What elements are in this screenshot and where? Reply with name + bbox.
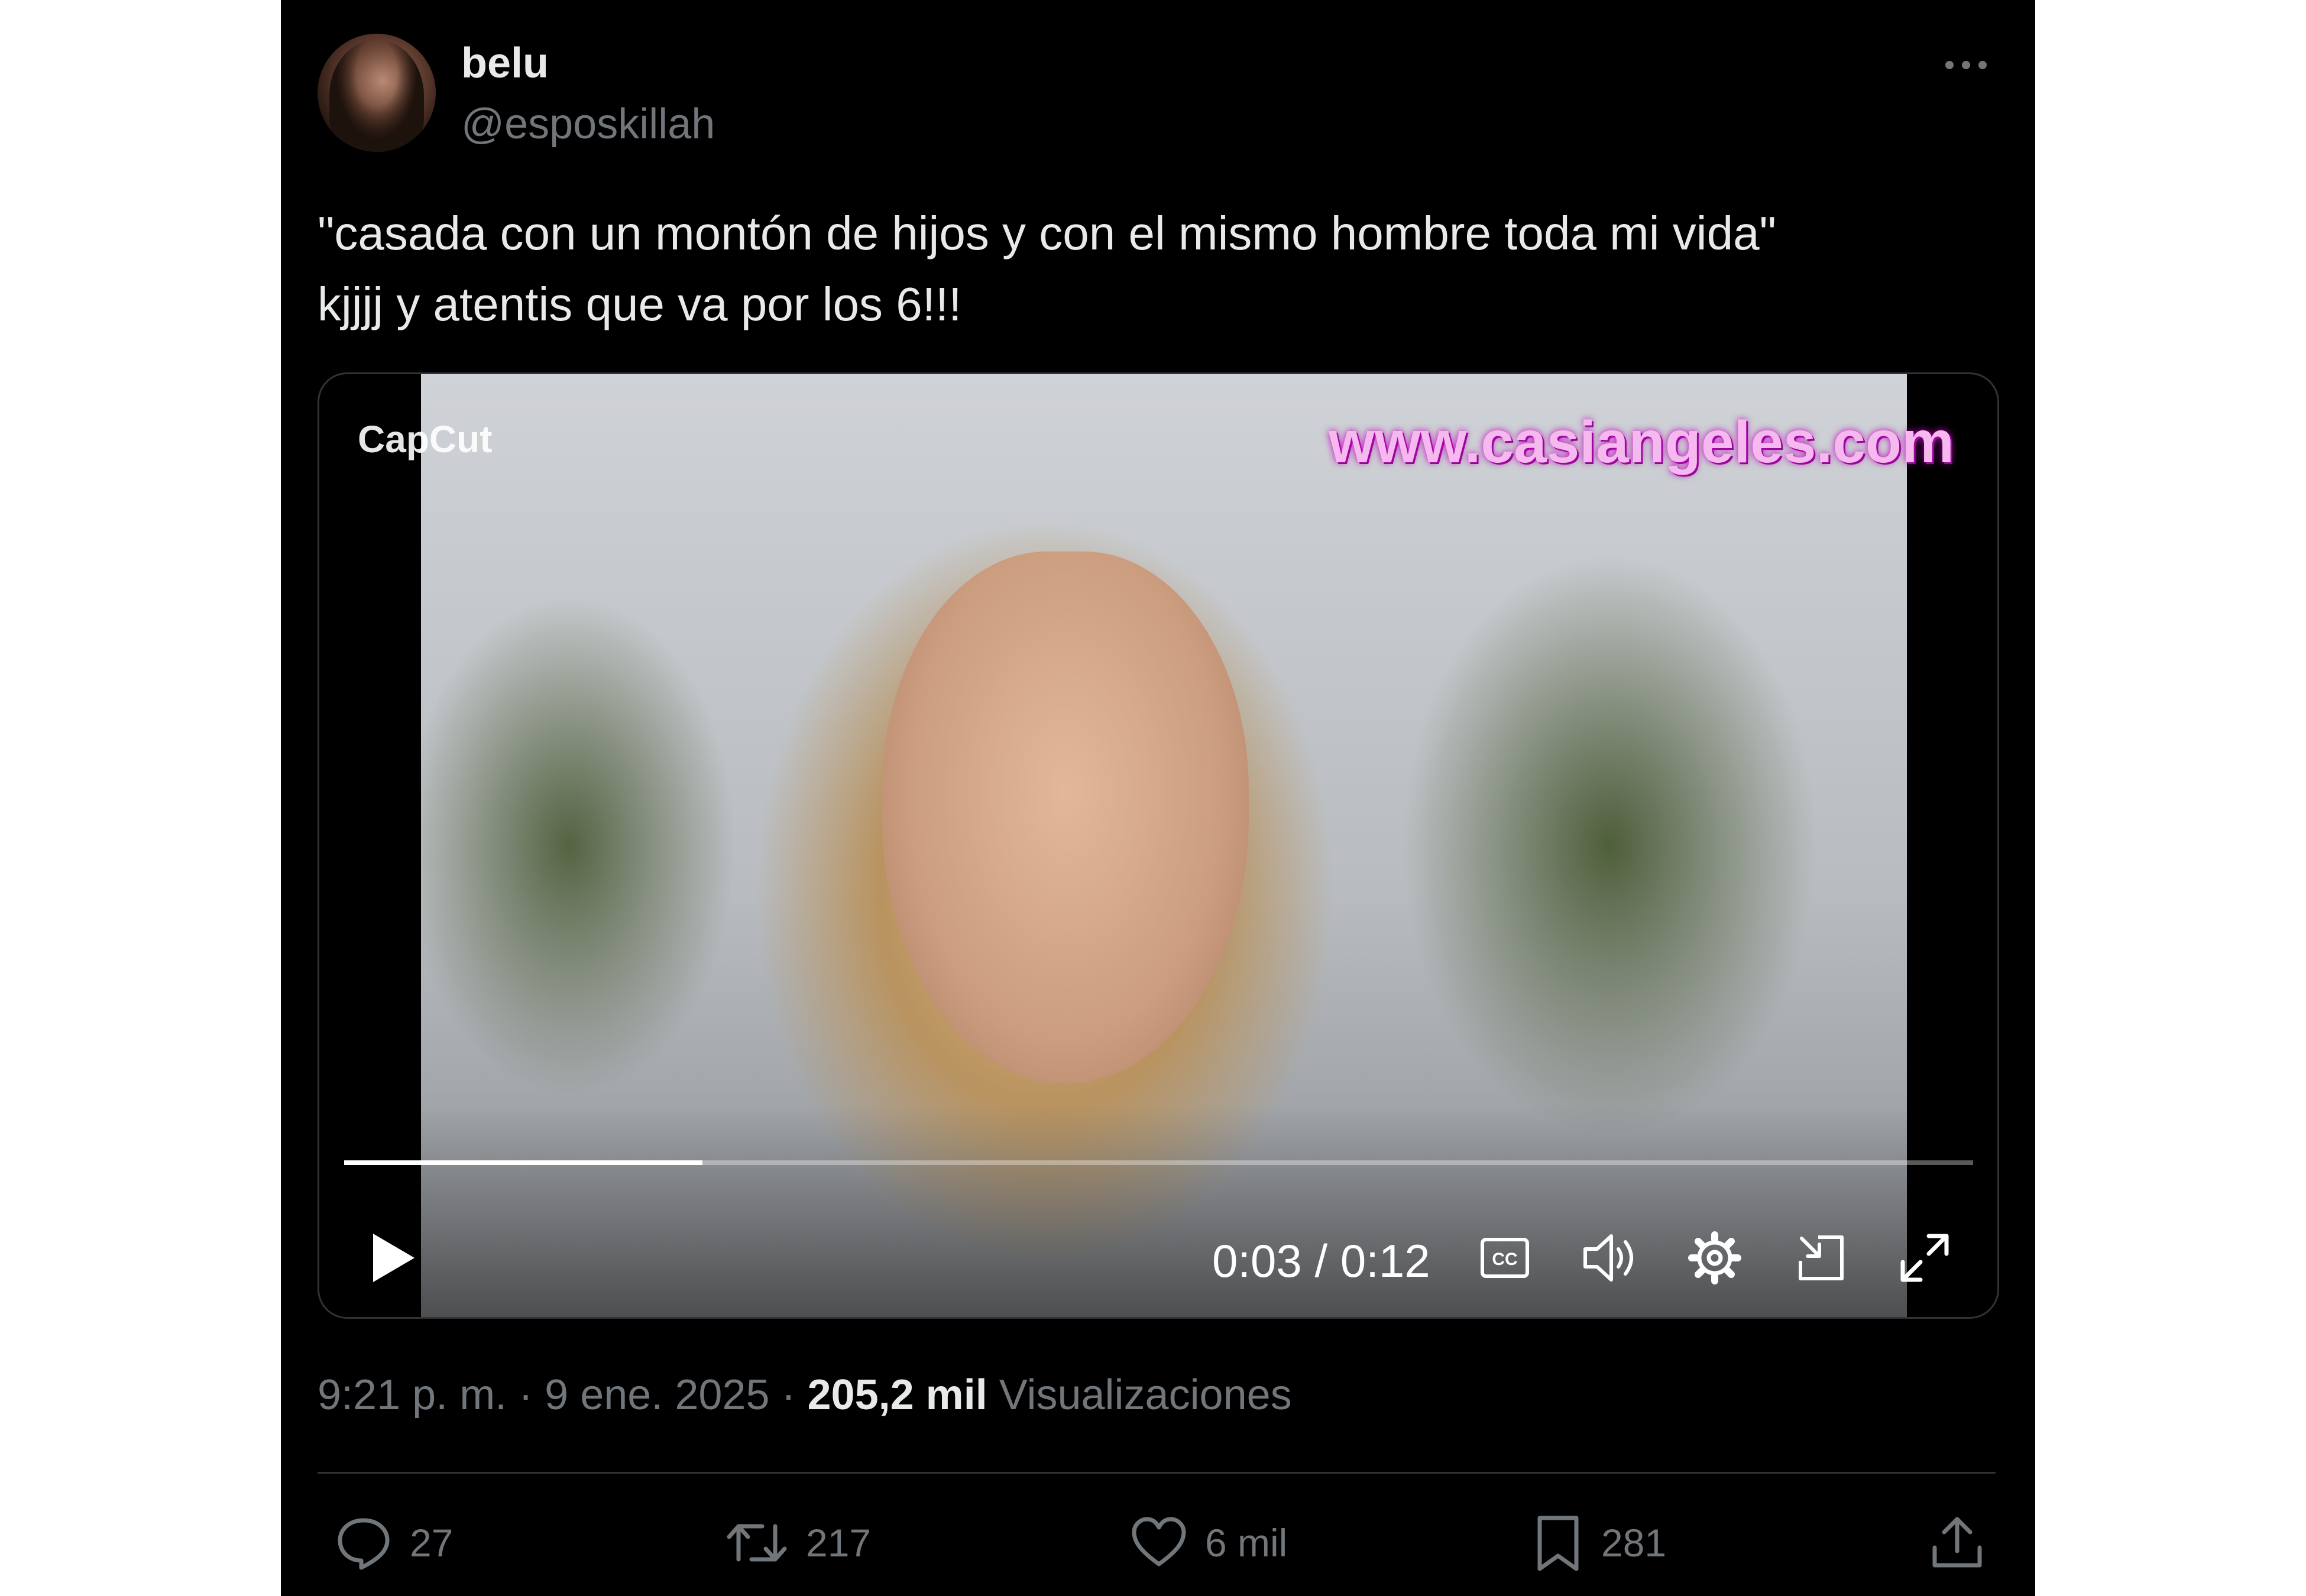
- bookmark-icon: [1537, 1516, 1579, 1571]
- captions-button[interactable]: CC: [1472, 1225, 1537, 1290]
- video-watermark-url: www.casiangeles.com: [1329, 409, 1954, 475]
- volume-icon: [1583, 1234, 1633, 1282]
- video-player[interactable]: www.casiangeles.com CapCut 0:03 / 0:12 C…: [318, 372, 1999, 1319]
- reply-count: 27: [410, 1521, 454, 1565]
- tweet-card: belu @esposkillah "casada con un montón …: [281, 0, 2035, 1596]
- tweet-text-line-2: kjjjj y atentis que va por los 6!!!: [318, 278, 962, 330]
- repost-icon: [727, 1524, 787, 1562]
- views-count: 205,2 mil: [807, 1371, 987, 1419]
- progress-bar-fill: [344, 1160, 703, 1165]
- like-button[interactable]: 6 mil: [1129, 1510, 1287, 1575]
- tweet-time[interactable]: 9:21 p. m.: [318, 1371, 507, 1419]
- gear-icon: [1688, 1231, 1741, 1284]
- share-icon: [1932, 1517, 1982, 1568]
- fullscreen-button[interactable]: [1892, 1225, 1957, 1290]
- share-button[interactable]: [1928, 1510, 1987, 1575]
- tweet-text: "casada con un montón de hijos y con el …: [318, 198, 1997, 340]
- tweet-text-line-1: "casada con un montón de hijos y con el …: [318, 207, 1776, 259]
- progress-bar[interactable]: [344, 1160, 1973, 1165]
- capcut-watermark: CapCut: [358, 418, 493, 460]
- tweet-date[interactable]: 9 ene. 2025: [545, 1371, 769, 1419]
- video-time: 0:03 / 0:12: [1212, 1235, 1430, 1287]
- avatar[interactable]: [318, 34, 436, 152]
- more-dot-icon: [1945, 61, 1954, 69]
- settings-button[interactable]: [1679, 1225, 1750, 1290]
- heart-icon: [1132, 1517, 1186, 1566]
- bookmark-count: 281: [1601, 1521, 1667, 1565]
- like-count: 6 mil: [1205, 1521, 1288, 1565]
- tweet-metadata: 9:21 p. m. · 9 ene. 2025 · 205,2 mil Vis…: [318, 1365, 1292, 1425]
- author-handle[interactable]: @esposkillah: [461, 98, 715, 151]
- repost-count: 217: [806, 1521, 872, 1565]
- author-display-name[interactable]: belu: [461, 37, 549, 90]
- reply-button[interactable]: 27: [334, 1510, 453, 1575]
- reply-icon: [338, 1518, 390, 1570]
- video-subject: [882, 552, 1249, 1084]
- more-dot-icon: [1962, 61, 1970, 69]
- divider: [318, 1472, 1996, 1474]
- captions-icon: CC: [1481, 1238, 1529, 1278]
- repost-button[interactable]: 217: [724, 1510, 871, 1575]
- avatar-hair: [329, 40, 424, 152]
- pip-icon: [1799, 1235, 1844, 1280]
- play-icon: [373, 1234, 414, 1282]
- bookmark-button[interactable]: 281: [1531, 1510, 1666, 1575]
- meta-separator: ·: [769, 1371, 808, 1419]
- volume-button[interactable]: [1576, 1225, 1647, 1290]
- svg-text:CC: CC: [1492, 1250, 1517, 1269]
- more-options-button[interactable]: [1936, 47, 1996, 83]
- views-label: Visualizaciones: [987, 1371, 1292, 1419]
- more-dot-icon: [1978, 61, 1987, 69]
- picture-in-picture-button[interactable]: [1789, 1225, 1854, 1290]
- meta-separator: ·: [507, 1371, 545, 1419]
- play-button[interactable]: [361, 1225, 426, 1290]
- fullscreen-icon: [1900, 1234, 1949, 1282]
